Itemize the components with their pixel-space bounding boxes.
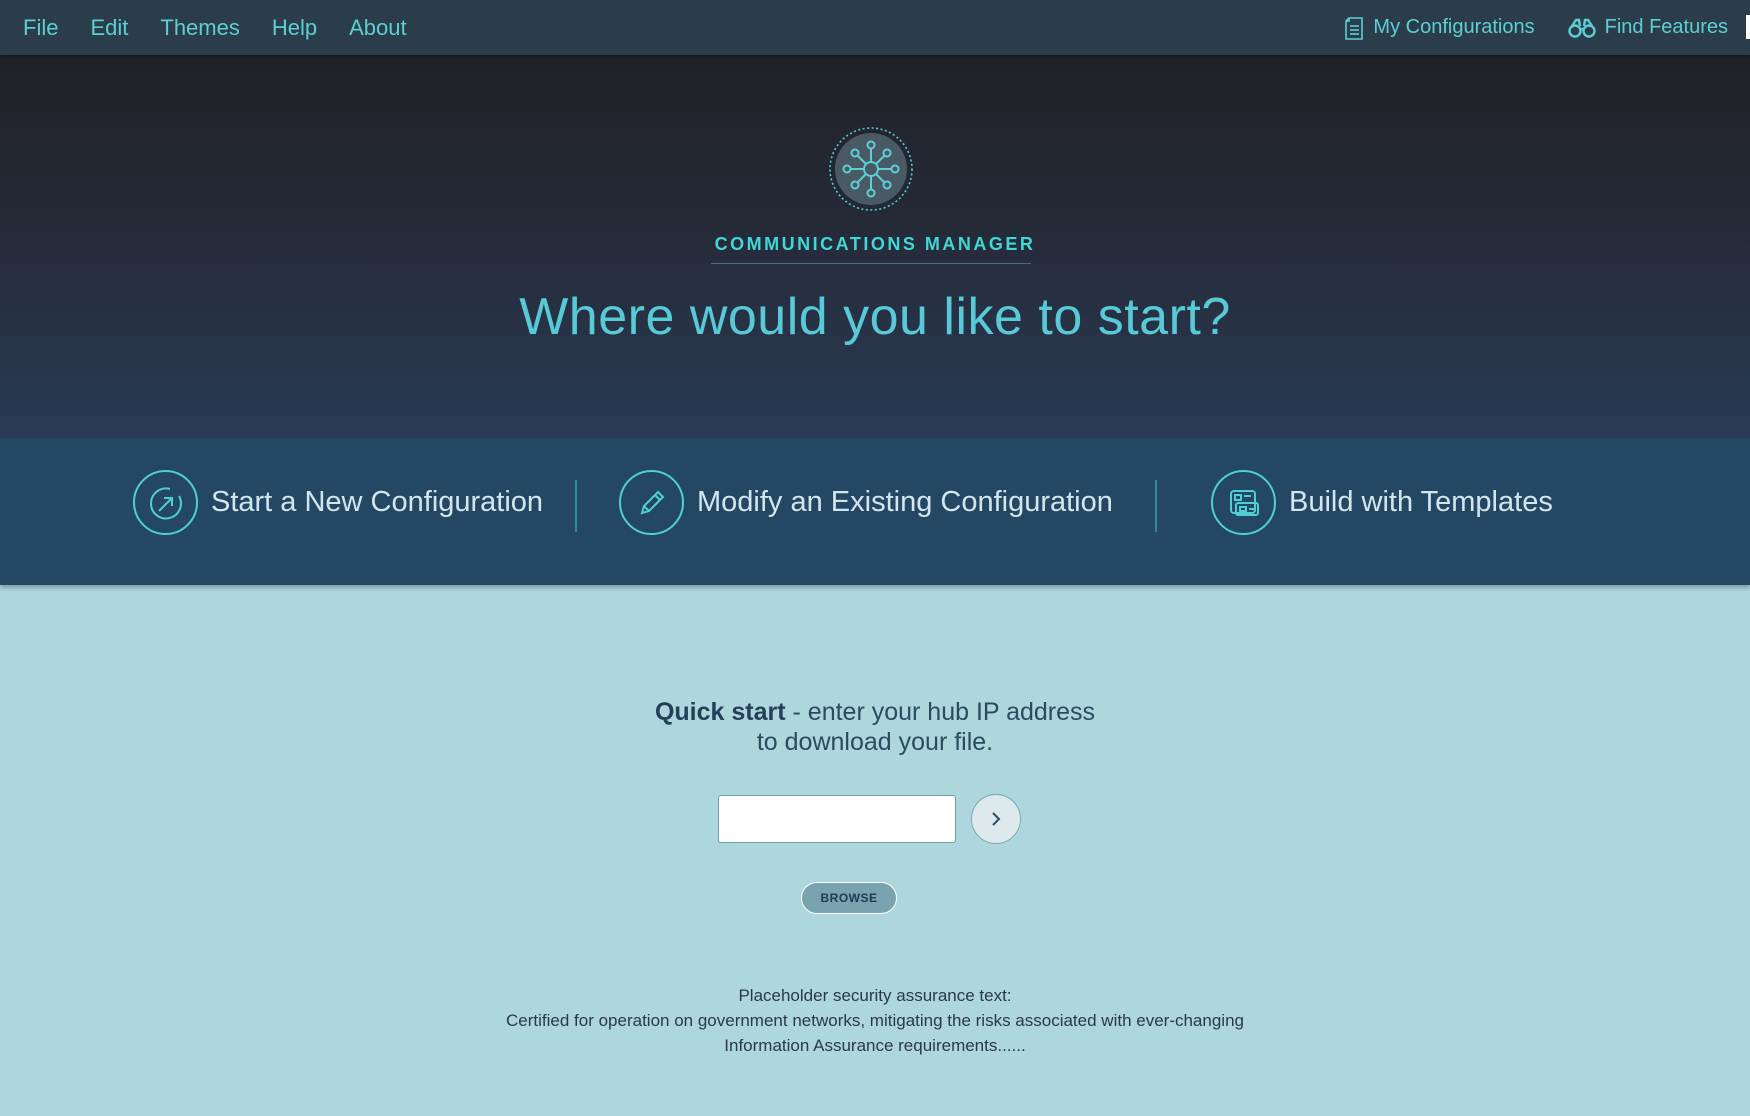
my-configurations-label: My Configurations [1373,16,1535,38]
modify-existing-configuration-option[interactable]: Modify an Existing Configuration [619,470,1113,535]
security-assurance-text: Placeholder security assurance text: Cer… [0,983,1750,1058]
build-with-templates-option[interactable]: Build with Templates [1211,470,1553,535]
quick-start-instructions: Quick start - enter your hub IP address … [0,697,1750,757]
menu-file[interactable]: File [23,15,58,41]
modify-existing-configuration-label: Modify an Existing Configuration [697,486,1113,518]
security-line3: Information Assurance requirements...... [724,1036,1026,1055]
quick-start-line1: - enter your hub IP address [785,698,1096,726]
window-edge-marker [1746,15,1750,39]
chevron-right-icon [992,812,1001,826]
security-line2: Certified for operation on government ne… [506,1011,1244,1030]
app-title: COMMUNICATIONS MANAGER [714,234,1036,254]
page-headline: Where would you like to start? [519,288,1231,346]
document-icon [1345,16,1364,40]
menu-edit[interactable]: Edit [90,15,128,41]
menu-help[interactable]: Help [272,15,317,41]
hero-section: COMMUNICATIONS MANAGER Where would you l… [0,55,1750,438]
menu-themes[interactable]: Themes [160,15,239,41]
hub-ip-input[interactable] [718,795,956,843]
start-options-bar: Start a New Configuration Modify an Exis… [0,438,1750,585]
arrow-up-right-circle-icon [133,470,198,535]
start-new-configuration-label: Start a New Configuration [211,486,544,518]
option-divider [575,480,577,532]
start-new-configuration-option[interactable]: Start a New Configuration [133,470,543,535]
option-divider [1155,480,1157,532]
top-menu-bar: File Edit Themes Help About My Configura… [0,0,1750,55]
submit-ip-button[interactable] [971,794,1021,844]
build-with-templates-label: Build with Templates [1289,486,1553,518]
binoculars-icon [1567,18,1596,38]
top-right-links: My Configurations Find Features [1311,15,1728,41]
pencil-icon [619,470,684,535]
template-icon [1211,470,1276,535]
browse-button[interactable]: BROWSE [801,882,897,914]
menu-about[interactable]: About [349,15,407,41]
network-hub-logo-icon [829,127,913,211]
my-configurations-link[interactable]: My Configurations [1343,15,1535,41]
find-features-label: Find Features [1604,16,1728,38]
title-underline [711,263,1031,264]
quick-start-line2: to download your file. [756,728,994,756]
main-menu: File Edit Themes Help About [23,15,439,41]
security-line1: Placeholder security assurance text: [738,986,1012,1005]
find-features-link[interactable]: Find Features [1567,16,1728,39]
quick-start-bold: Quick start [654,698,786,726]
